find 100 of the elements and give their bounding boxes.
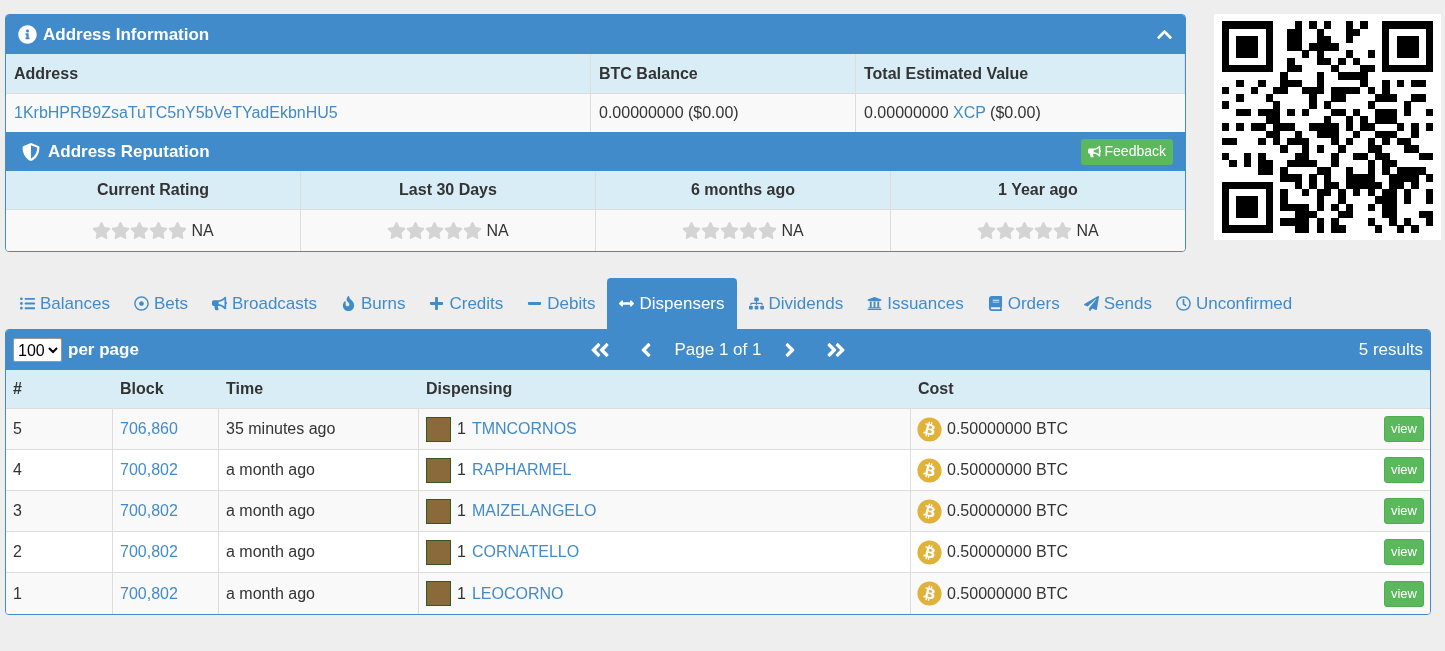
table-cell-text: 0.50000000 BTC	[947, 460, 1068, 480]
asset-link[interactable]: MAIZELANGELO	[471, 499, 597, 523]
table-cell-text: 0.50000000 BTC	[947, 583, 1068, 604]
table-cell-text: 35 minutes ago	[226, 419, 336, 439]
asset-thumbnail-placeholder	[426, 498, 451, 524]
qr-code-icon	[1214, 14, 1441, 240]
column-header: Current Rating	[6, 171, 301, 209]
column-header: Dispensing	[425, 379, 514, 399]
per-page-label: per page	[68, 339, 139, 362]
megaphone-icon	[1087, 145, 1101, 158]
star-icon	[1034, 221, 1054, 240]
star-icon	[977, 221, 997, 240]
rating-value: NA	[781, 220, 804, 241]
view-button[interactable]: view	[1384, 416, 1424, 442]
feedback-button[interactable]: Feedback	[1080, 138, 1173, 165]
block-link[interactable]: 700,802	[120, 458, 178, 482]
block-link[interactable]: 700,802	[120, 581, 178, 606]
tab[interactable]: Issuances	[855, 278, 976, 329]
star-icon	[111, 221, 131, 240]
info-icon	[18, 25, 37, 44]
star-icon	[149, 221, 169, 240]
column-header: Time	[225, 379, 265, 399]
flame-icon	[341, 296, 356, 311]
tab[interactable]: Broadcasts	[199, 278, 329, 329]
table-cell-text: 4	[13, 460, 22, 480]
bank-icon	[867, 296, 883, 311]
asset-link[interactable]: RAPHARMEL	[471, 458, 572, 482]
tab[interactable]: Burns	[329, 278, 418, 329]
quantity: 1	[457, 419, 466, 439]
table-cell-text: 0.50000000 BTC	[947, 501, 1068, 521]
view-button[interactable]: view	[1384, 539, 1424, 565]
tab[interactable]: Credits	[417, 278, 516, 329]
list-icon	[20, 296, 35, 311]
star-icon	[1053, 221, 1073, 240]
block-link[interactable]: 706,860	[120, 417, 178, 441]
block-link[interactable]: 700,802	[120, 540, 178, 564]
table-cell-text: a month ago	[226, 460, 315, 480]
address-link[interactable]: 1KrbHPRB9ZsaTuTC5nY5bVeTYadEkbnHU5	[14, 101, 338, 125]
quantity: 1	[457, 501, 466, 521]
table-cell-text: a month ago	[226, 542, 315, 562]
table-cell-text: 0.00000000 ($0.00)	[599, 103, 739, 123]
quantity: 1	[457, 583, 466, 604]
plus-icon	[429, 296, 445, 311]
tab[interactable]: Sends	[1071, 278, 1164, 329]
table-cell-text: 1	[13, 583, 22, 604]
asset-thumbnail-placeholder	[426, 416, 451, 442]
tab[interactable]: Debits	[515, 278, 608, 329]
asset-link[interactable]: CORNATELLO	[471, 540, 580, 564]
asset-thumbnail-placeholder	[426, 539, 451, 565]
page-indicator: Page 1 of 1	[674, 339, 762, 362]
column-header: #	[12, 379, 23, 399]
tab[interactable]: Balances	[8, 278, 122, 329]
results-count: 5 results	[1358, 339, 1423, 362]
star-icon	[425, 221, 445, 240]
star-icon	[758, 221, 778, 240]
column-header: Total Estimated Value	[856, 54, 1185, 93]
star-icon	[739, 221, 759, 240]
table-cell-text: 0.50000000 BTC	[947, 419, 1068, 439]
quantity: 1	[457, 542, 466, 562]
table-cell-text: 3	[13, 501, 22, 521]
table-cell-text: 5	[13, 419, 22, 439]
bitcoin-icon	[917, 581, 942, 606]
megaphone-icon	[211, 296, 227, 311]
shield-icon	[22, 142, 40, 161]
table-cell-text: 0.50000000 BTC	[947, 542, 1068, 562]
star-icon	[444, 221, 464, 240]
tab[interactable]: Dispensers	[607, 278, 737, 329]
column-header: Last 30 Days	[301, 171, 596, 209]
view-button[interactable]: view	[1384, 457, 1424, 483]
tab[interactable]: Bets	[121, 278, 200, 329]
panel-title: Address Information	[43, 23, 210, 46]
asset-link[interactable]: TMNCORNOS	[471, 417, 577, 441]
per-page-select[interactable]: 100	[13, 338, 62, 362]
tab[interactable]: Dividends	[736, 278, 856, 329]
column-header: Cost	[917, 379, 955, 399]
bitcoin-icon	[917, 457, 942, 483]
tab[interactable]: Unconfirmed	[1163, 278, 1305, 329]
star-icon	[720, 221, 740, 240]
asset-link[interactable]: XCP	[953, 104, 986, 121]
table-cell-text: a month ago	[226, 583, 315, 604]
star-icon	[1015, 221, 1035, 240]
asset-link[interactable]: LEOCORNO	[471, 581, 564, 606]
panel-title: Address Reputation	[48, 140, 210, 163]
tab[interactable]: Orders	[975, 278, 1072, 329]
star-icon	[701, 221, 721, 240]
hierarchy-icon	[748, 296, 764, 311]
star-icon	[996, 221, 1016, 240]
star-icon	[130, 221, 150, 240]
asset-thumbnail-placeholder	[426, 581, 451, 606]
star-icon	[168, 221, 188, 240]
star-icon	[682, 221, 702, 240]
star-icon	[92, 221, 112, 240]
rating-value: NA	[1076, 220, 1099, 241]
block-link[interactable]: 700,802	[120, 499, 178, 523]
asset-thumbnail-placeholder	[426, 457, 451, 483]
view-button[interactable]: view	[1384, 498, 1424, 524]
table-cell-text: 0.00000000 XCP ($0.00)	[864, 103, 1041, 123]
book-icon	[987, 296, 1003, 311]
bitcoin-icon	[917, 539, 942, 565]
view-button[interactable]: view	[1384, 580, 1424, 607]
